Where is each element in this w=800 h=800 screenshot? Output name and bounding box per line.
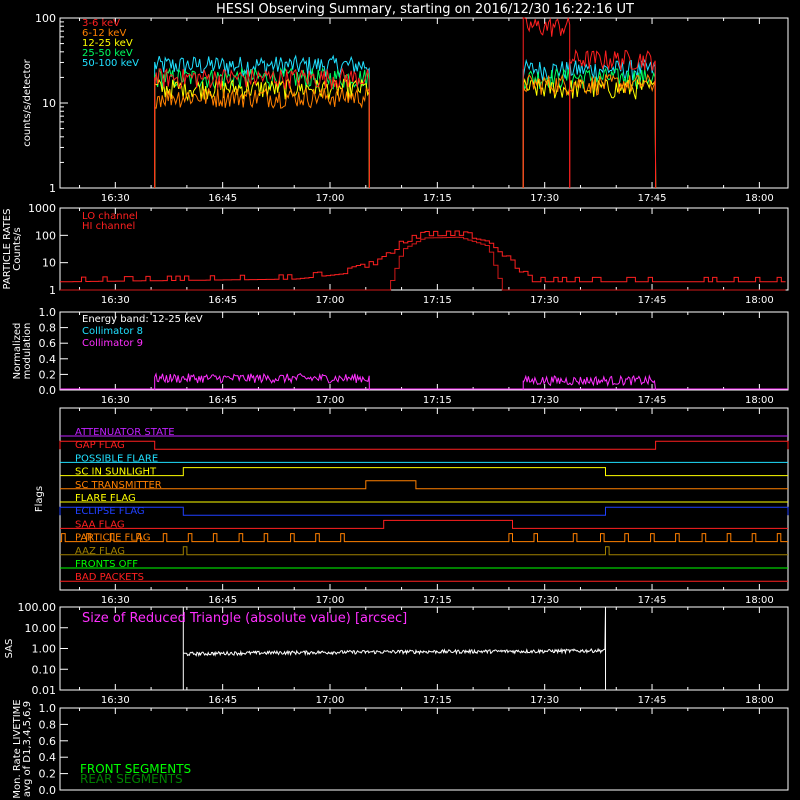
flag-label: AAZ FLAG (75, 546, 125, 557)
y-tick-label: 100 (35, 12, 56, 25)
x-tick-label: 17:45 (638, 295, 667, 306)
y-tick-label: 100 (35, 229, 56, 242)
y-tick-label: 0.10 (32, 663, 57, 676)
modulation-legend-entry: Collimator 8 (82, 326, 143, 337)
x-tick-label: 16:45 (208, 695, 237, 706)
flags-y-label: Flags (34, 486, 45, 512)
y-tick-label: 1.00 (32, 643, 57, 656)
modulation-legend-entry: Energy band: 12-25 keV (82, 314, 203, 325)
x-tick-label: 17:15 (423, 295, 452, 306)
flag-label: SC TRANSMITTER (75, 480, 162, 491)
y-tick-label: 0.4 (39, 353, 57, 366)
livetime-legend-entry: REAR SEGMENTS (80, 772, 183, 786)
y-tick-label: 10 (42, 257, 56, 270)
chart-title: HESSI Observing Summary, starting on 201… (216, 2, 634, 17)
flag-label: ECLIPSE FLAG (75, 506, 145, 517)
y-tick-label: 100.00 (18, 601, 57, 614)
y-tick-label: 10.00 (25, 622, 57, 635)
particle-y-unit: Counts/s (12, 227, 23, 271)
x-tick-label: 17:45 (638, 595, 667, 606)
x-tick-label: 17:00 (316, 395, 345, 406)
flag-label: BAD PACKETS (75, 572, 144, 583)
x-tick-label: 16:45 (208, 595, 237, 606)
x-tick-label: 17:00 (316, 295, 345, 306)
sas-y-label: SAS (4, 639, 15, 659)
flag-label: SAA FLAG (75, 519, 125, 530)
x-tick-label: 18:00 (745, 695, 774, 706)
x-tick-label: 16:45 (208, 193, 237, 204)
flag-label: POSSIBLE FLARE (75, 453, 158, 464)
y-tick-label: 1 (49, 182, 56, 195)
x-tick-label: 17:45 (638, 193, 667, 204)
y-tick-label: 0.8 (39, 718, 57, 731)
x-tick-label: 18:00 (745, 595, 774, 606)
x-tick-label: 17:00 (316, 193, 345, 204)
flag-label: GAP FLAG (75, 440, 125, 451)
y-tick-label: 1000 (28, 202, 56, 215)
x-tick-label: 17:15 (423, 193, 452, 204)
y-tick-label: 0.0 (39, 384, 57, 397)
x-tick-label: 16:30 (101, 695, 130, 706)
x-tick-label: 16:30 (101, 595, 130, 606)
y-tick-label: 1.0 (39, 702, 57, 715)
x-tick-label: 16:45 (208, 395, 237, 406)
livetime-y-label-2: avg of D1,3,4,5,6,9 (22, 701, 33, 797)
flag-label: PARTICLE FLAG (75, 533, 151, 544)
x-tick-label: 17:30 (530, 395, 559, 406)
x-tick-label: 17:15 (423, 695, 452, 706)
x-tick-label: 16:30 (101, 395, 130, 406)
particle-legend-entry: HI channel (82, 221, 135, 232)
modulation-legend-entry: Collimator 9 (82, 338, 143, 349)
flag-label: FLARE FLAG (75, 493, 136, 504)
y-tick-label: 0.2 (39, 368, 57, 381)
x-tick-label: 17:00 (316, 595, 345, 606)
sas-legend: Size of Reduced Triangle (absolute value… (82, 611, 407, 626)
x-tick-label: 16:45 (208, 295, 237, 306)
x-tick-label: 17:30 (530, 295, 559, 306)
x-tick-label: 17:30 (530, 695, 559, 706)
y-tick-label: 0.0 (39, 784, 57, 797)
y-tick-label: 10 (42, 97, 56, 110)
rates-legend-entry: 50-100 keV (82, 58, 139, 69)
modulation-y-label-2: modulation (22, 323, 33, 380)
x-tick-label: 17:45 (638, 695, 667, 706)
x-tick-label: 17:15 (423, 395, 452, 406)
x-tick-label: 16:30 (101, 193, 130, 204)
y-tick-label: 0.8 (39, 322, 57, 335)
y-tick-label: 0.6 (39, 735, 57, 748)
x-tick-label: 18:00 (745, 295, 774, 306)
y-tick-label: 1 (49, 284, 56, 297)
y-tick-label: 0.4 (39, 751, 57, 764)
y-tick-label: 1.0 (39, 306, 57, 319)
hessi-summary-chart: HESSI Observing Summary, starting on 201… (0, 0, 800, 800)
x-tick-label: 17:45 (638, 395, 667, 406)
y-tick-label: 0.2 (39, 768, 57, 781)
x-tick-label: 17:30 (530, 595, 559, 606)
flag-label: SC IN SUNLIGHT (75, 467, 157, 478)
x-tick-label: 17:30 (530, 193, 559, 204)
x-tick-label: 18:00 (745, 193, 774, 204)
x-tick-label: 17:00 (316, 695, 345, 706)
y-tick-label: 0.01 (32, 684, 57, 697)
x-tick-label: 18:00 (745, 395, 774, 406)
y-tick-label: 0.6 (39, 337, 57, 350)
flag-label: ATTENUATOR STATE (75, 427, 175, 438)
rates-y-label: counts/s/detector (22, 58, 33, 146)
flag-label: FRONTS OFF (75, 559, 138, 570)
x-tick-label: 16:30 (101, 295, 130, 306)
x-tick-label: 17:15 (423, 595, 452, 606)
